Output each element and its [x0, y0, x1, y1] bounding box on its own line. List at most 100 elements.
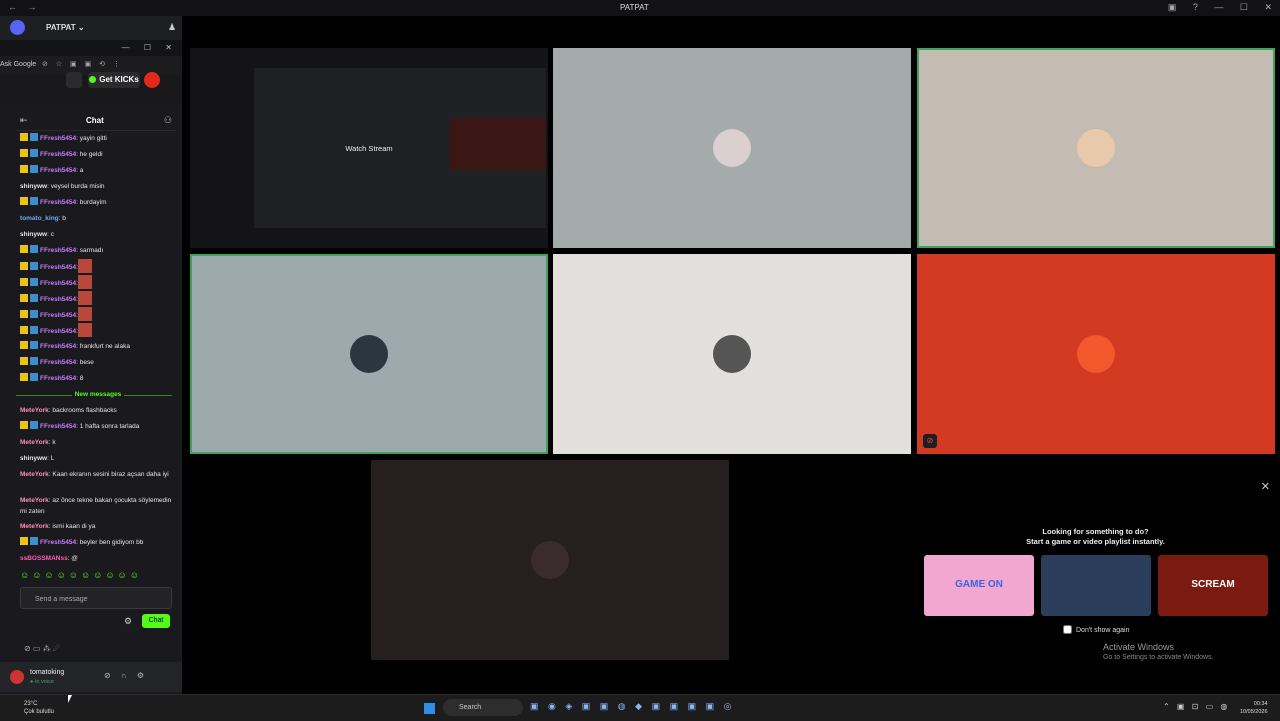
- activity-card[interactable]: GAME ON: [924, 555, 1034, 616]
- stream-tile[interactable]: Watch Stream: [190, 48, 548, 248]
- chat-message: FFresh5454: burdayim: [20, 195, 176, 211]
- guild-header[interactable]: PATPAT ⌄ ♟: [0, 16, 182, 40]
- participant-tile[interactable]: [553, 254, 911, 454]
- user-add-icon[interactable]: ♟: [168, 22, 176, 33]
- kick-badge-icon: [30, 245, 38, 253]
- participant-tile[interactable]: ⊘: [917, 254, 1275, 454]
- chat-message: MeteYork: ismi kaan di ya: [20, 519, 176, 535]
- chat-username[interactable]: FFresh5454: [40, 199, 76, 206]
- chat-username[interactable]: FFresh5454: [40, 280, 76, 287]
- chat-message: FFresh5454:: [20, 291, 176, 307]
- participant-avatar: [350, 335, 388, 373]
- chat-username[interactable]: MeteYork: [20, 497, 49, 504]
- get-kicks-button[interactable]: Get KICKs: [88, 72, 140, 88]
- address-text[interactable]: Ask Google: [0, 61, 36, 68]
- browser-toolbar-icons[interactable]: ⊘ ☆ ▣ ▣ ⟲ ⋮: [42, 60, 120, 68]
- chat-username[interactable]: FFresh5454: [40, 359, 76, 366]
- participant-tile[interactable]: [917, 48, 1275, 248]
- dont-show-again[interactable]: Don't show again: [1063, 625, 1129, 634]
- browser-titlebar: — ☐ ✕: [0, 40, 182, 56]
- chat-username[interactable]: FFresh5454: [40, 296, 76, 303]
- sub-badge-icon: [20, 373, 28, 381]
- chat-message: FFresh5454: he geldi: [20, 147, 176, 163]
- taskbar-search[interactable]: Search: [443, 699, 523, 716]
- browser-controls[interactable]: — ☐ ✕: [122, 43, 172, 52]
- emote-image: [77, 275, 92, 289]
- kick-badge-icon: [30, 149, 38, 157]
- activity-panel: ✕ Looking for something to do? Start a g…: [913, 478, 1278, 678]
- chat-username[interactable]: shinyww: [20, 455, 47, 462]
- chat-username[interactable]: FFresh5454: [40, 343, 76, 350]
- layout-button[interactable]: [66, 72, 82, 88]
- chat-text: : Kaan ekranın sesini biraz açsan daha i…: [48, 471, 169, 478]
- chat-users-icon[interactable]: ⚇: [164, 115, 172, 126]
- chat-input-box[interactable]: [20, 587, 172, 609]
- user-avatar[interactable]: [10, 670, 24, 684]
- chat-username[interactable]: MeteYork: [20, 471, 49, 478]
- chat-username[interactable]: FFresh5454: [40, 539, 76, 546]
- participant-tile[interactable]: [371, 460, 729, 660]
- dont-show-checkbox[interactable]: [1063, 625, 1072, 634]
- voice-control-icons[interactable]: ⊘ ▭ ⁂ ☄: [24, 644, 60, 653]
- clock-date: 10/05/2026: [1240, 709, 1268, 715]
- chat-text: : c: [47, 231, 54, 238]
- watch-stream-button[interactable]: Watch Stream: [345, 144, 392, 153]
- chat-username[interactable]: FFresh5454: [40, 247, 76, 254]
- chat-username[interactable]: FFresh5454: [40, 375, 76, 382]
- search-label: Search: [459, 704, 482, 711]
- collapse-chat-icon[interactable]: ⇤: [20, 115, 28, 126]
- activity-card[interactable]: SCREAM: [1158, 555, 1268, 616]
- chat-settings-icon[interactable]: ⚙: [124, 616, 132, 627]
- user-controls[interactable]: ⊘ ∩ ⚙: [104, 671, 144, 680]
- mouse-cursor: [68, 695, 72, 703]
- system-tray-icons[interactable]: ⌃ ▣ ⊡ ▭ ◍: [1163, 702, 1227, 711]
- chat-text: : L: [47, 455, 55, 462]
- chat-text: : 8: [76, 375, 84, 382]
- chat-username[interactable]: FFresh5454: [40, 312, 76, 319]
- emote-image: [77, 259, 92, 273]
- chat-input[interactable]: [33, 590, 157, 608]
- chat-username[interactable]: tomato_king: [20, 215, 59, 222]
- discord-icon[interactable]: [10, 20, 25, 35]
- chat-username[interactable]: shinyww: [20, 231, 47, 238]
- chat-username[interactable]: FFresh5454: [40, 167, 76, 174]
- chat-text: : yayin gitti: [76, 135, 107, 142]
- window-controls[interactable]: ▣ ? — ☐ ✕: [1168, 2, 1272, 13]
- activity-card-label: SCREAM: [1191, 579, 1235, 590]
- emote-bar[interactable]: ☺☺☺☺☺☺☺☺☺☺: [20, 570, 170, 582]
- clock[interactable]: 00:34 10/05/2026: [1240, 700, 1268, 716]
- kick-badge-icon: [30, 341, 38, 349]
- activity-card[interactable]: [1041, 555, 1151, 616]
- chat-message: FFresh5454: frankfurt ne alaka: [20, 339, 176, 355]
- chat-send-button[interactable]: Chat: [142, 614, 170, 628]
- chat-message: FFresh5454:: [20, 259, 176, 275]
- kick-badge-icon: [30, 197, 38, 205]
- chat-message: shinyww: veysel burda misin: [20, 179, 176, 195]
- chat-username[interactable]: MeteYork: [20, 407, 49, 414]
- participant-avatar: [531, 541, 569, 579]
- chat-username[interactable]: FFresh5454: [40, 135, 76, 142]
- chat-username[interactable]: FFresh5454: [40, 264, 76, 271]
- kick-badge-icon: [30, 294, 38, 302]
- chat-text: : burdayim: [76, 199, 107, 206]
- chat-username[interactable]: FFresh5454: [40, 423, 76, 430]
- close-icon[interactable]: ✕: [1261, 480, 1270, 493]
- nav-arrows[interactable]: ← →: [8, 2, 41, 12]
- guild-name[interactable]: PATPAT ⌄: [46, 23, 85, 32]
- weather-desc: Çok bulutlu: [24, 709, 55, 715]
- taskbar-app-icons[interactable]: ▣ ◉ ◈ ▣ ▣ ◍ ◆ ▣ ▣ ▣ ▣ ◎: [530, 701, 731, 712]
- sub-badge-icon: [20, 245, 28, 253]
- start-icon[interactable]: [424, 703, 435, 714]
- chat-username[interactable]: shinyww: [20, 183, 47, 190]
- chat-username[interactable]: ssBOSSMANss: [20, 555, 68, 562]
- weather-widget[interactable]: 23°C Çok bulutlu: [10, 700, 54, 716]
- chat-username[interactable]: MeteYork: [20, 523, 49, 530]
- kick-avatar[interactable]: [144, 72, 160, 88]
- chat-username[interactable]: FFresh5454: [40, 151, 76, 158]
- participant-tile[interactable]: [553, 48, 911, 248]
- chat-username[interactable]: MeteYork: [20, 439, 49, 446]
- chat-message: shinyww: c: [20, 227, 176, 243]
- chat-username[interactable]: FFresh5454: [40, 328, 76, 335]
- chat-text: : backrooms flashbacks: [48, 407, 117, 414]
- participant-tile[interactable]: [190, 254, 548, 454]
